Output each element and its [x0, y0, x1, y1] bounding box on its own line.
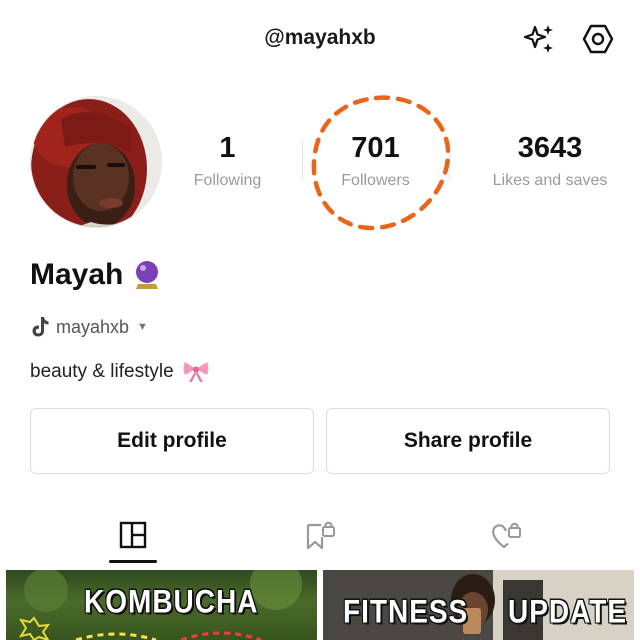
crystal-ball-emoji: [136, 261, 159, 289]
followers-count: 701: [351, 132, 400, 164]
active-tab-indicator: [109, 560, 157, 563]
likes-count: 3643: [517, 132, 583, 164]
edit-profile-button[interactable]: Edit profile: [30, 408, 314, 474]
thumbnail-title: KOMBUCHA: [84, 583, 259, 620]
following-stat[interactable]: 1 Following: [180, 130, 275, 190]
bio-text: beauty & lifestyle: [30, 361, 174, 382]
tab-posts[interactable]: [105, 513, 161, 557]
likes-label: Likes and saves: [492, 172, 608, 189]
ribbon-emoji: [183, 362, 209, 382]
profile-tabs: [0, 505, 640, 565]
heart-lock-icon: [492, 522, 521, 549]
stat-divider: [449, 140, 450, 180]
likes-stat[interactable]: 3643 Likes and saves: [480, 130, 620, 190]
avatar[interactable]: [30, 96, 162, 228]
top-bar: @mayahxb: [0, 0, 640, 80]
thumbnail-title: UPDATE: [508, 593, 628, 630]
following-count: 1: [219, 132, 236, 164]
bookmark-lock-icon: [306, 521, 335, 550]
bio: beauty & lifestyle: [30, 360, 210, 384]
profile-stats: 1 Following 701 Followers 3643 Likes and…: [170, 130, 640, 200]
chevron-down-icon: ▼: [137, 321, 148, 333]
grid-icon: [119, 521, 147, 549]
tiktok-icon: [32, 317, 49, 337]
tiktok-link[interactable]: mayahxb ▼: [30, 316, 148, 338]
settings-button[interactable]: [579, 20, 617, 58]
stat-divider: [302, 140, 303, 180]
share-profile-button[interactable]: Share profile: [326, 408, 610, 474]
thumbnail-title: FITNESS: [343, 593, 469, 630]
sparkles-icon: [523, 25, 553, 53]
followers-label: Followers: [341, 172, 410, 189]
display-name: Mayah: [30, 258, 161, 292]
tab-liked[interactable]: [478, 513, 534, 557]
followers-stat[interactable]: 701 Followers: [318, 130, 433, 190]
tiktok-handle: mayahxb: [56, 316, 130, 337]
avatar-photo: [31, 97, 161, 227]
following-label: Following: [193, 172, 262, 189]
display-name-text: Mayah: [30, 258, 124, 291]
post-thumbnail[interactable]: FITNESS UPDATE: [323, 570, 634, 640]
sparkles-button[interactable]: [520, 20, 558, 58]
post-thumbnail[interactable]: KOMBUCHA: [6, 570, 317, 640]
hexagon-settings-icon: [582, 24, 614, 54]
tab-saved[interactable]: [292, 513, 348, 557]
